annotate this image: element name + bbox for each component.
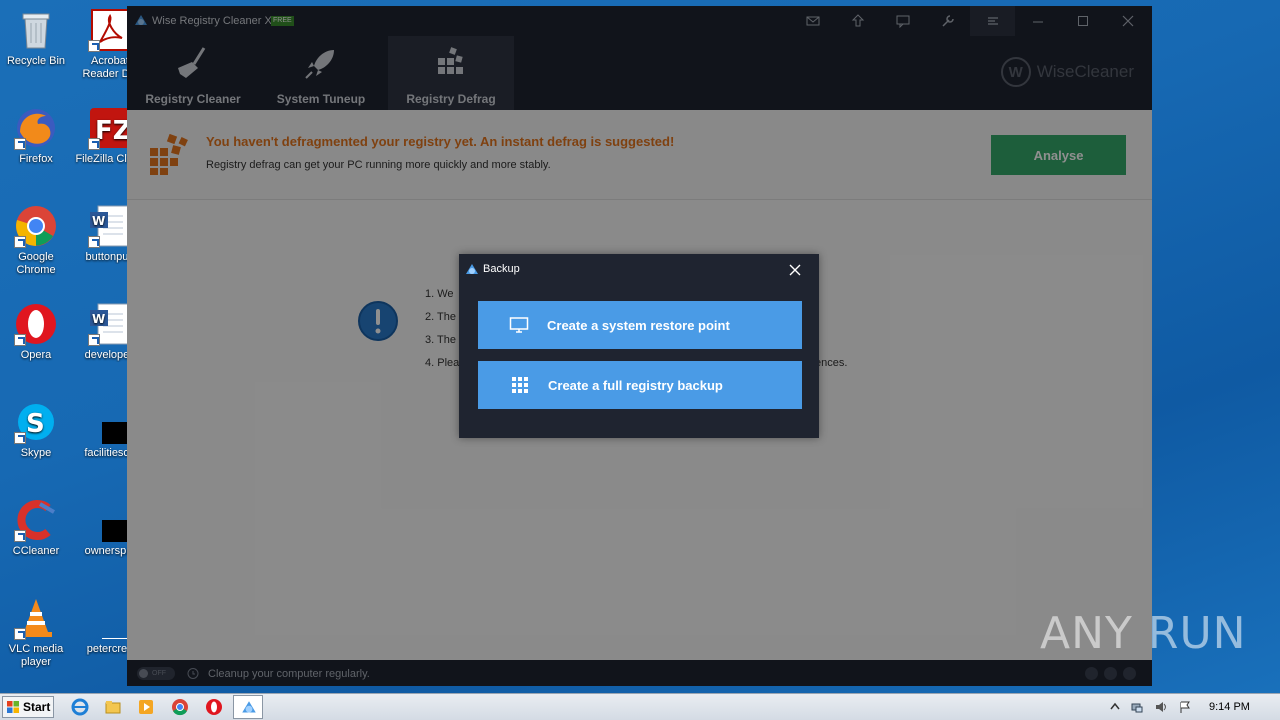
close-icon[interactable] <box>787 262 803 278</box>
wise-app-icon <box>242 701 256 713</box>
create-registry-backup-button[interactable]: Create a full registry backup <box>478 361 802 409</box>
desktop-icon-label: Opera <box>20 349 52 361</box>
shortcut-arrow-icon <box>88 40 100 52</box>
start-label: Start <box>23 700 51 714</box>
internet-explorer-icon[interactable] <box>71 698 89 716</box>
anyrun-watermark: ANY RUN <box>1040 608 1247 659</box>
backup-dialog: Backup Create a system restore point Cre… <box>459 254 819 438</box>
desktop-icon-label: Recycle Bin <box>6 55 66 67</box>
shortcut-arrow-icon <box>14 138 26 150</box>
chrome-icon[interactable] <box>171 698 189 716</box>
button-label: Create a system restore point <box>547 317 730 333</box>
show-hidden-icons-icon[interactable] <box>1108 700 1122 714</box>
volume-icon[interactable] <box>1154 700 1168 714</box>
desktop-icon-label: CCleaner <box>12 545 60 557</box>
shortcut-arrow-icon <box>14 432 26 444</box>
opera-icon[interactable] <box>205 698 223 716</box>
desktop-icon-label: Google Chrome <box>16 251 56 276</box>
taskbar: Start 9:14 PM <box>0 693 1280 720</box>
file-explorer-icon[interactable] <box>104 698 122 716</box>
action-center-flag-icon[interactable] <box>1178 700 1192 714</box>
windows-logo-icon <box>7 701 19 713</box>
grid-icon <box>512 377 528 393</box>
desktop-icon-ccleaner[interactable]: CCleaner <box>0 498 72 558</box>
shortcut-arrow-icon <box>14 530 26 542</box>
create-restore-point-button[interactable]: Create a system restore point <box>478 301 802 349</box>
desktop-icon-label: Skype <box>20 447 52 459</box>
media-player-icon[interactable] <box>137 698 155 716</box>
desktop-icon-firefox[interactable]: Firefox <box>0 106 72 166</box>
desktop-icon-label: VLC media player <box>8 643 64 668</box>
shortcut-arrow-icon <box>14 334 26 346</box>
shortcut-arrow-icon <box>14 628 26 640</box>
shortcut-arrow-icon <box>88 334 100 346</box>
recycle-bin-icon <box>22 13 50 49</box>
shortcut-arrow-icon <box>14 236 26 248</box>
desktop-icon-vlc[interactable]: VLC media player <box>0 596 72 669</box>
system-clock[interactable]: 9:14 PM <box>1209 701 1250 713</box>
button-label: Create a full registry backup <box>548 377 723 393</box>
taskbar-wise-registry-cleaner[interactable] <box>233 695 263 719</box>
svg-text:S: S <box>26 409 45 439</box>
svg-text:W: W <box>92 312 105 326</box>
svg-text:W: W <box>92 214 105 228</box>
desktop-icon-skype[interactable]: S Skype <box>0 400 72 460</box>
wise-app-icon <box>466 264 478 274</box>
dialog-title: Backup <box>483 263 520 275</box>
desktop-icon-label: Firefox <box>19 153 53 165</box>
start-button[interactable]: Start <box>2 696 54 718</box>
desktop-icon-opera[interactable]: Opera <box>0 302 72 362</box>
desktop-icon-chrome[interactable]: Google Chrome <box>0 204 72 277</box>
network-icon[interactable] <box>1130 700 1144 714</box>
shortcut-arrow-icon <box>88 236 100 248</box>
monitor-icon <box>509 317 529 333</box>
shortcut-arrow-icon <box>88 138 100 150</box>
desktop-icon-recycle-bin[interactable]: Recycle Bin <box>0 8 72 68</box>
